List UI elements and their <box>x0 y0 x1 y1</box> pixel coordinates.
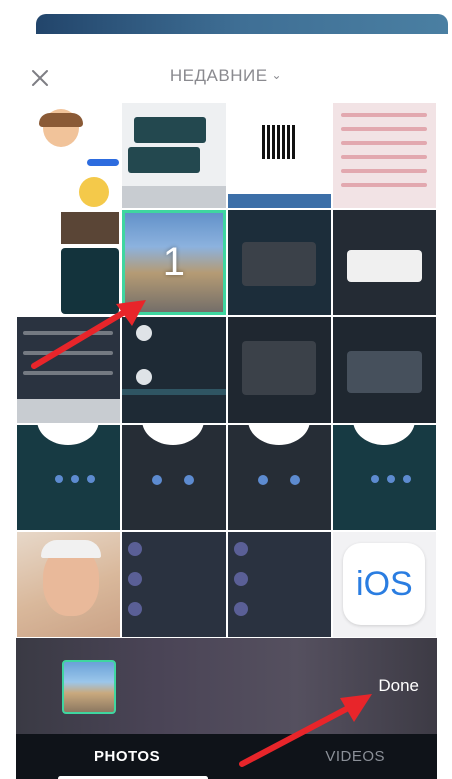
keyboard-area <box>17 398 121 423</box>
memoji-avatar <box>79 177 109 207</box>
photo-content <box>41 539 101 558</box>
list-line <box>340 183 427 187</box>
dot <box>87 474 95 483</box>
photo-thumbnail[interactable] <box>122 531 226 637</box>
list-line <box>340 141 427 145</box>
dialog-box <box>347 351 422 394</box>
form-line <box>23 371 113 376</box>
chat-bubble <box>134 117 207 143</box>
photo-content <box>61 248 119 315</box>
avatar <box>136 325 153 342</box>
photo-thumbnail[interactable] <box>227 210 331 316</box>
dot <box>71 474 79 483</box>
tab-videos[interactable]: VIDEOS <box>325 748 385 765</box>
avatar <box>233 541 248 556</box>
dot <box>184 474 195 485</box>
divider <box>122 389 226 396</box>
photo-thumbnail[interactable] <box>17 210 121 316</box>
keyboard-area <box>122 186 226 209</box>
form-line <box>23 331 113 336</box>
photo-picker-screen: НЕДАВНИЕ ⌄ 1 iOS Done PHOTOS VIDEOS <box>0 0 452 779</box>
dot <box>55 474 63 483</box>
dialog-box <box>241 340 317 396</box>
tab-photos[interactable]: PHOTOS <box>94 748 160 765</box>
photo-thumbnail[interactable] <box>17 103 121 209</box>
photo-thumbnail[interactable] <box>122 103 226 209</box>
dot <box>289 474 300 485</box>
photo-grid: 1 iOS <box>16 102 437 638</box>
photo-thumbnail[interactable] <box>332 424 436 530</box>
photo-thumbnail[interactable] <box>17 424 121 530</box>
dot <box>402 474 411 483</box>
album-selector[interactable]: НЕДАВНИЕ ⌄ <box>0 66 452 86</box>
photo-thumbnail[interactable] <box>17 317 121 423</box>
selection-number: 1 <box>162 240 185 285</box>
photo-thumbnail[interactable] <box>332 103 436 209</box>
photo-thumbnail[interactable] <box>122 317 226 423</box>
done-button[interactable]: Done <box>378 676 419 696</box>
dialog-box <box>241 241 317 286</box>
photo-thumbnail-selected[interactable]: 1 <box>122 210 226 316</box>
avatar <box>233 601 248 616</box>
top-banner <box>36 14 448 34</box>
qr-code <box>261 125 296 159</box>
chat-bubble <box>128 147 201 173</box>
dot <box>152 474 163 485</box>
dot <box>386 474 395 483</box>
profile-circle <box>37 424 99 445</box>
chat-bubble <box>87 159 119 166</box>
profile-circle <box>352 424 415 445</box>
list-line <box>340 155 427 159</box>
dot <box>370 474 379 483</box>
chevron-down-icon: ⌄ <box>271 68 283 82</box>
form-line <box>23 351 113 356</box>
avatar <box>128 601 143 616</box>
photo-thumbnail[interactable] <box>332 317 436 423</box>
list-line <box>340 127 427 131</box>
list-line <box>340 113 427 117</box>
dot <box>257 474 268 485</box>
photo-thumbnail[interactable] <box>227 424 331 530</box>
profile-circle <box>142 424 205 445</box>
avatar <box>128 541 143 556</box>
memoji-hair <box>39 113 83 127</box>
photo-thumbnail[interactable]: iOS <box>332 531 436 637</box>
photo-thumbnail[interactable] <box>17 531 121 637</box>
button-bar <box>227 194 331 209</box>
photo-thumbnail[interactable] <box>122 424 226 530</box>
ios-logo: iOS <box>343 543 426 626</box>
selection-panel: Done <box>16 638 437 734</box>
profile-circle <box>247 424 310 445</box>
album-title: НЕДАВНИЕ <box>169 66 268 85</box>
avatar <box>128 571 143 586</box>
avatar <box>136 369 153 386</box>
photo-thumbnail[interactable] <box>227 103 331 209</box>
media-tab-bar: PHOTOS VIDEOS <box>16 734 437 779</box>
avatar <box>233 571 248 586</box>
photo-thumbnail[interactable] <box>332 210 436 316</box>
selected-photo-preview[interactable] <box>62 660 116 714</box>
photo-thumbnail[interactable] <box>227 531 331 637</box>
photo-thumbnail[interactable] <box>227 317 331 423</box>
picker-header: НЕДАВНИЕ ⌄ <box>0 56 452 98</box>
dialog-box <box>347 250 422 282</box>
photo-content <box>61 212 119 245</box>
list-line <box>340 169 427 173</box>
